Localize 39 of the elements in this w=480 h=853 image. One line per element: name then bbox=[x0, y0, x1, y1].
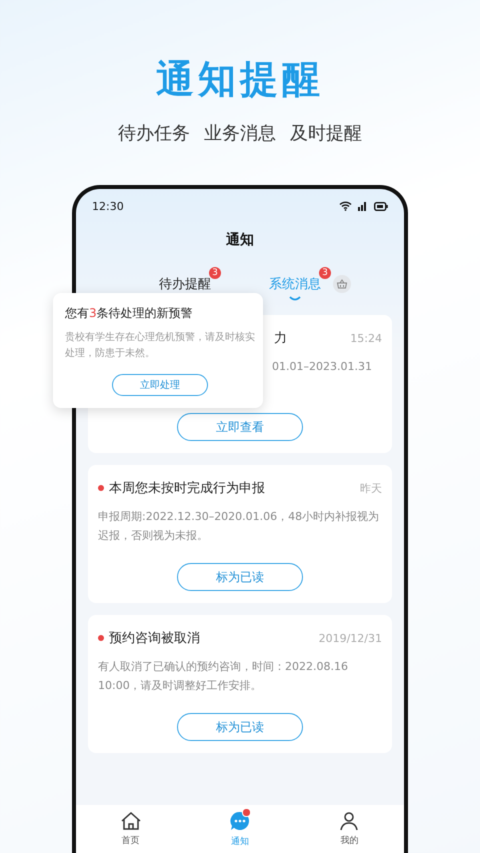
tab[interactable]: 系统消息 3 bbox=[269, 267, 331, 301]
alert-body: 贵校有学生存在心理危机预警，请及时核实处理，防患于未然。 bbox=[65, 330, 255, 361]
subtitle-text: 业务消息 bbox=[204, 122, 276, 145]
nav-label: 首页 bbox=[122, 834, 140, 847]
nav-label: 通知 bbox=[230, 836, 249, 848]
nav-item[interactable]: 通知 bbox=[228, 810, 251, 848]
signal-icon bbox=[358, 201, 368, 211]
count-badge: 3 bbox=[319, 267, 331, 279]
count-badge: 3 bbox=[209, 267, 221, 279]
action-button[interactable]: 标为已读 bbox=[177, 563, 303, 591]
message-body: 01.01–2023.01.31 bbox=[272, 359, 372, 375]
page-title: 通知提醒 bbox=[156, 56, 324, 103]
basket-icon[interactable] bbox=[333, 275, 351, 293]
message-title: 力 bbox=[274, 330, 287, 347]
home-icon bbox=[120, 811, 142, 831]
person-icon bbox=[338, 811, 360, 831]
message-title: 预约咨询被取消 bbox=[98, 629, 200, 647]
tab[interactable]: 待办提醒 3 bbox=[159, 267, 221, 301]
alert-title: 您有3条待处理的新预警 bbox=[65, 305, 194, 322]
screen-title: 通知 bbox=[225, 231, 255, 249]
nav-label: 我的 bbox=[340, 834, 358, 847]
subtitle-text: 及时提醒 bbox=[290, 122, 362, 145]
status-time: 12:30 bbox=[92, 200, 124, 212]
message-time: 2019/12/31 bbox=[318, 632, 382, 644]
battery-icon bbox=[374, 202, 388, 210]
message-time: 昨天 bbox=[360, 480, 382, 496]
message-body: 申报周期:2022.12.30–2020.01.06，48小时内补报视为迟报，否则视为未报。 bbox=[98, 509, 380, 544]
message-title: 本周您未按时完成行为申报 bbox=[98, 479, 265, 497]
tab-indicator bbox=[289, 296, 301, 301]
message-time: 15:24 bbox=[350, 332, 382, 344]
nav-item[interactable]: 我的 bbox=[338, 811, 360, 847]
action-button[interactable]: 立即查看 bbox=[177, 413, 303, 441]
subtitle-text: 待办任务 bbox=[118, 122, 190, 145]
chat-bubble-icon bbox=[228, 810, 251, 832]
nav-item[interactable]: 首页 bbox=[120, 811, 142, 847]
message-body: 有人取消了已确认的预约咨询，时间：2022.08.16 10:00，请及时调整好工作安排。 bbox=[98, 659, 349, 694]
handle-now-button[interactable]: 立即处理 bbox=[112, 374, 208, 396]
wifi-icon bbox=[339, 201, 352, 211]
action-button[interactable]: 标为已读 bbox=[177, 713, 303, 741]
